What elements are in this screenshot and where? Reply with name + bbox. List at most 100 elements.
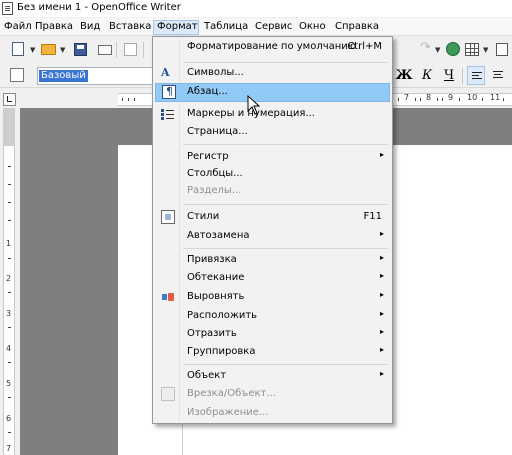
vertical-ruler-margin [3, 108, 15, 146]
ruler-number: 9 [448, 93, 454, 102]
ruler-number: 4 [6, 344, 12, 353]
paragraph-icon [162, 85, 176, 99]
menu-item-anchor[interactable]: Привязка ▸ [155, 251, 390, 270]
menu-separator [183, 204, 388, 205]
styles-icon [161, 210, 175, 224]
chevron-down-icon[interactable]: ▼ [60, 46, 65, 54]
menu-item-label: Выровнять [187, 291, 245, 302]
menu-item-label: Отразить [187, 328, 237, 339]
ruler-number: 11 [490, 93, 501, 102]
chevron-down-icon[interactable]: ▼ [30, 46, 35, 54]
vertical-ruler[interactable]: 1 2 3 4 5 6 7 [3, 146, 15, 455]
toolbar-separator [462, 68, 463, 84]
menu-item-shortcut: Ctrl+M [347, 41, 382, 52]
tab-stop-selector[interactable] [3, 93, 16, 106]
redo-icon[interactable]: ↷ [420, 40, 431, 55]
align-center-icon-line [493, 77, 503, 78]
folder-icon [41, 44, 56, 55]
menu-item-label: Разделы... [187, 185, 242, 196]
mouse-pointer-icon [247, 95, 261, 115]
menu-item-group[interactable]: Группировка ▸ [155, 343, 390, 362]
align-left-button[interactable] [467, 66, 485, 85]
email-button[interactable] [96, 41, 114, 59]
ruler-number: 2 [6, 274, 12, 283]
ruler-number: 7 [404, 93, 410, 102]
menu-edit[interactable]: Правка [32, 20, 76, 35]
menu-item-align-objects[interactable]: Выровнять ▸ [155, 288, 390, 307]
new-document-button[interactable] [10, 41, 28, 59]
menu-item-label: Привязка [187, 254, 237, 265]
bold-button[interactable]: Ж [395, 66, 413, 85]
menu-item-sections: Разделы... [155, 182, 390, 201]
paragraph-style-value: Базовый [39, 70, 88, 82]
underline-button[interactable]: Ч [440, 66, 458, 85]
submenu-arrow-icon: ▸ [379, 150, 384, 159]
table-icon [465, 43, 479, 56]
chevron-down-icon[interactable]: ▼ [483, 46, 488, 54]
submenu-arrow-icon: ▸ [379, 229, 384, 238]
draw-icon [496, 43, 508, 56]
ruler-number: 1 [6, 239, 12, 248]
window-title: Без имени 1 - OpenOffice Writer [17, 2, 181, 13]
save-button[interactable] [72, 41, 90, 59]
menu-item-object[interactable]: Объект ▸ [155, 367, 390, 386]
menu-help[interactable]: Справка [332, 20, 382, 35]
menu-item-default-formatting[interactable]: Форматирование по умолчанию Ctrl+M [155, 38, 390, 57]
align-center-icon-line [494, 74, 501, 75]
format-menu-dropdown: Форматирование по умолчанию Ctrl+M A Сим… [152, 36, 393, 424]
menu-insert[interactable]: Вставка [106, 20, 154, 35]
menu-item-bullets-numbering[interactable]: Маркеры и нумерация... [155, 105, 390, 124]
new-document-icon [12, 42, 24, 56]
show-draw-functions-button[interactable] [494, 41, 512, 59]
submenu-arrow-icon: ▸ [379, 290, 384, 299]
menu-separator [183, 248, 388, 249]
menu-separator [183, 364, 388, 365]
submenu-arrow-icon: ▸ [379, 253, 384, 262]
submenu-arrow-icon: ▸ [379, 309, 384, 318]
align-center-button[interactable] [489, 66, 507, 85]
font-icon: A [161, 66, 170, 79]
insert-table-button[interactable] [464, 41, 482, 59]
menu-item-frame-object: Врезка/Объект... [155, 385, 390, 404]
menu-window[interactable]: Окно [296, 20, 329, 35]
navigator-button[interactable] [445, 41, 463, 59]
menu-item-label: Столбцы... [187, 168, 243, 179]
menu-item-label: Врезка/Объект... [187, 388, 276, 399]
menu-item-arrange[interactable]: Расположить ▸ [155, 307, 390, 326]
menu-view[interactable]: Вид [77, 20, 103, 35]
menu-item-label: Автозамена [187, 230, 250, 241]
chevron-down-icon[interactable]: ▼ [435, 46, 440, 54]
menu-item-flip[interactable]: Отразить ▸ [155, 325, 390, 344]
menu-table[interactable]: Таблица [201, 20, 251, 35]
menu-item-paragraph[interactable]: Абзац... [155, 83, 390, 102]
menu-item-label: Стили [187, 211, 220, 222]
menu-item-autocorrect[interactable]: Автозамена ▸ [155, 227, 390, 246]
menu-item-styles[interactable]: Стили F11 [155, 208, 390, 227]
menu-item-label: Абзац... [187, 86, 228, 97]
menu-item-wrap[interactable]: Обтекание ▸ [155, 269, 390, 288]
menu-item-label: Символы... [187, 67, 244, 78]
menu-item-label: Форматирование по умолчанию [187, 41, 357, 52]
menu-item-image: Изображение... [155, 404, 390, 423]
ruler-number: 10 [467, 93, 478, 102]
menu-file[interactable]: Файл [1, 20, 35, 35]
writer-app-icon [2, 2, 13, 15]
menu-item-label: Обтекание [187, 272, 245, 283]
open-button[interactable] [40, 41, 58, 59]
menu-bar: Файл Правка Вид Вставка Формат Таблица С… [0, 18, 512, 36]
ruler-number: 8 [426, 93, 432, 102]
align-left-icon-line [472, 75, 479, 76]
menu-item-characters[interactable]: A Символы... [155, 64, 390, 83]
menu-tools[interactable]: Сервис [252, 20, 295, 35]
paragraph-style-combobox[interactable]: Базовый [37, 67, 153, 85]
save-icon [74, 43, 87, 56]
ruler-number: 7 [6, 444, 12, 453]
align-left-icon [472, 72, 482, 73]
ruler-number: 5 [6, 379, 12, 388]
styles-formatting-icon[interactable] [10, 68, 24, 82]
menu-item-page[interactable]: Страница... [155, 123, 390, 142]
italic-button[interactable]: К [418, 66, 436, 85]
menu-format[interactable]: Формат [153, 20, 199, 35]
edit-mode-button[interactable] [122, 41, 140, 59]
submenu-arrow-icon: ▸ [379, 271, 384, 280]
